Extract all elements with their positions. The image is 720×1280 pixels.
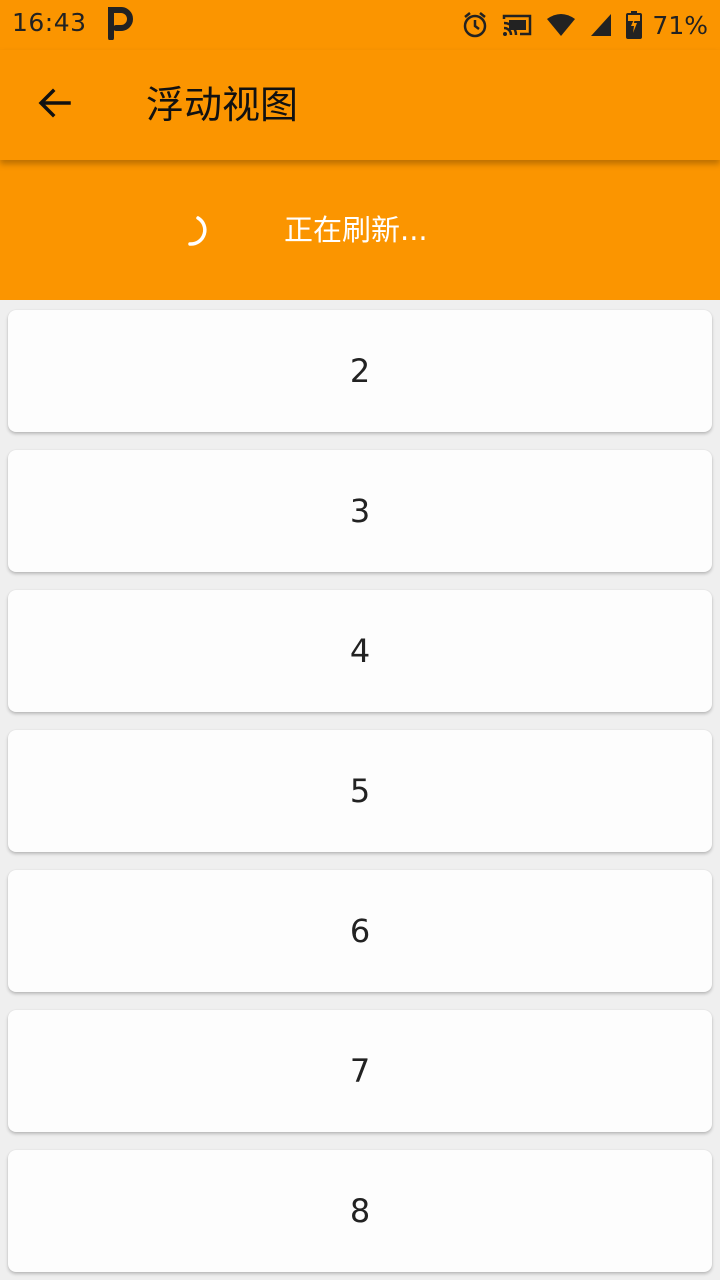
cast-icon <box>502 13 532 37</box>
back-button[interactable] <box>22 72 88 138</box>
list-item[interactable]: 3 <box>8 450 712 572</box>
list-item-label: 8 <box>349 1192 371 1230</box>
list-item[interactable]: 8 <box>8 1150 712 1272</box>
list-item[interactable]: 5 <box>8 730 712 852</box>
battery-charging-icon <box>626 11 643 39</box>
refresh-header: 正在刷新... <box>0 160 720 300</box>
list-item-label: 7 <box>349 1052 371 1090</box>
parking-app-icon <box>106 6 134 41</box>
item-list[interactable]: 2 3 4 5 6 7 8 <box>0 300 720 1280</box>
arrow-back-icon <box>37 85 73 125</box>
list-item[interactable]: 7 <box>8 1010 712 1132</box>
app-bar: 浮动视图 <box>0 50 720 160</box>
status-bar: 16:43 71% <box>0 0 720 50</box>
refresh-status-text: 正在刷新... <box>284 213 428 247</box>
list-item-label: 3 <box>349 492 371 530</box>
list-item-label: 4 <box>349 632 371 670</box>
wifi-icon <box>546 13 576 37</box>
battery-percent: 71% <box>652 10 708 40</box>
status-time: 16:43 <box>12 8 87 37</box>
list-item[interactable]: 6 <box>8 870 712 992</box>
list-item[interactable]: 2 <box>8 310 712 432</box>
status-icons: 71% <box>462 6 708 44</box>
list-item[interactable]: 4 <box>8 590 712 712</box>
page-title: 浮动视图 <box>146 83 299 127</box>
list-item-label: 5 <box>349 772 371 810</box>
list-item-label: 2 <box>349 352 371 390</box>
loading-spinner-icon <box>180 214 216 250</box>
alarm-icon <box>462 11 488 39</box>
list-item-label: 6 <box>349 912 371 950</box>
cell-signal-icon <box>590 13 612 37</box>
